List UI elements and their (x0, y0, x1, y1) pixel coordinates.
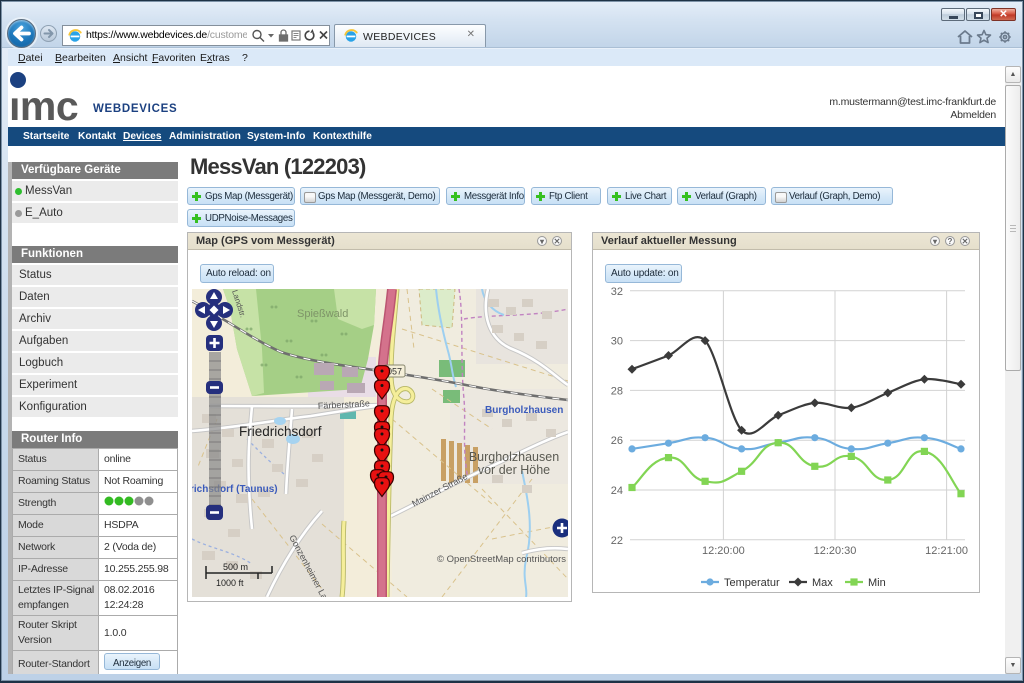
svg-text:30: 30 (611, 336, 623, 348)
svg-text:Min: Min (868, 577, 886, 589)
svg-text:24: 24 (611, 485, 623, 497)
svg-text:Spießwald: Spießwald (297, 308, 348, 320)
svg-text:26: 26 (611, 435, 623, 447)
svg-text:500 m: 500 m (223, 562, 248, 572)
svg-text:vor der Höhe: vor der Höhe (478, 463, 550, 477)
svg-text:32: 32 (611, 286, 623, 298)
svg-text:Burgholzhausen: Burgholzhausen (485, 405, 563, 416)
svg-text:Max: Max (812, 577, 833, 589)
svg-text:Temperatur: Temperatur (724, 577, 780, 589)
svg-text:12:21:00: 12:21:00 (925, 545, 968, 557)
svg-text:12:20:30: 12:20:30 (814, 545, 857, 557)
svg-text:Burgholzhausen: Burgholzhausen (469, 450, 559, 464)
svg-text:12:20:00: 12:20:00 (702, 545, 745, 557)
svg-text:28: 28 (611, 385, 623, 397)
svg-text:richsdorf (Taunus): richsdorf (Taunus) (192, 484, 278, 495)
svg-text:© OpenStreetMap contributors: © OpenStreetMap contributors (437, 554, 566, 565)
svg-text:Friedrichsdorf: Friedrichsdorf (239, 424, 322, 439)
svg-text:1000 ft: 1000 ft (216, 578, 244, 588)
svg-text:22: 22 (611, 535, 623, 547)
